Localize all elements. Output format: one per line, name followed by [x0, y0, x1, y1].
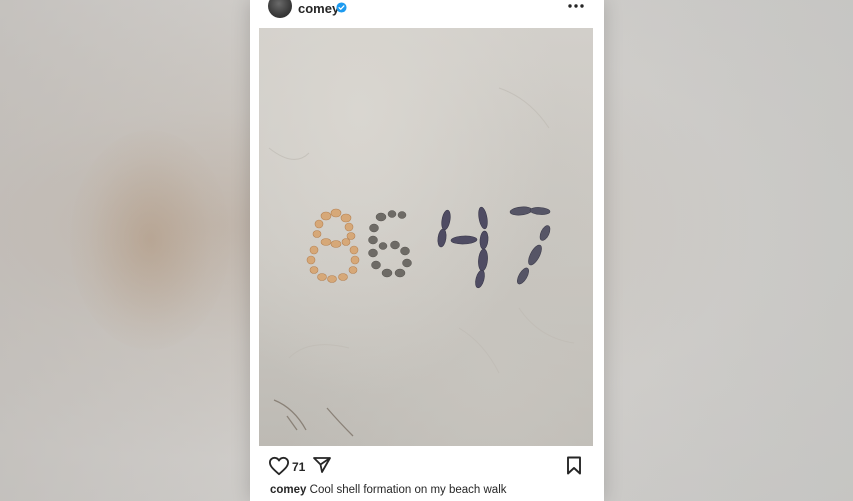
shell-formation-image — [268, 87, 575, 437]
instagram-post-card: comey 71 comey Cool shell formation on m… — [250, 0, 604, 501]
caption-text: Cool shell formation on my beach walk — [309, 484, 507, 496]
post-actions-bar: 71 — [250, 452, 604, 478]
digit-8-shells — [306, 208, 360, 283]
like-count: 71 — [292, 460, 306, 474]
post-header: comey — [250, 0, 604, 20]
send-icon[interactable] — [312, 456, 332, 474]
bookmark-icon[interactable] — [566, 456, 582, 475]
video-frame: comey 71 comey Cool shell formation on m… — [0, 0, 853, 501]
digit-4-mussels — [437, 206, 489, 289]
post-caption: comey Cool shell formation on my beach w… — [270, 484, 507, 496]
heart-icon[interactable] — [268, 456, 290, 476]
digit-7-mussels — [509, 206, 551, 285]
post-username[interactable]: comey — [298, 1, 339, 16]
digit-6-pebbles — [368, 210, 412, 278]
more-options-icon[interactable] — [566, 0, 586, 14]
blurred-background-blob — [70, 130, 230, 350]
verified-badge-icon — [336, 2, 347, 13]
avatar[interactable] — [268, 0, 292, 18]
post-photo[interactable] — [259, 28, 593, 446]
blurred-background-right — [603, 0, 853, 501]
caption-username[interactable]: comey — [270, 484, 306, 496]
